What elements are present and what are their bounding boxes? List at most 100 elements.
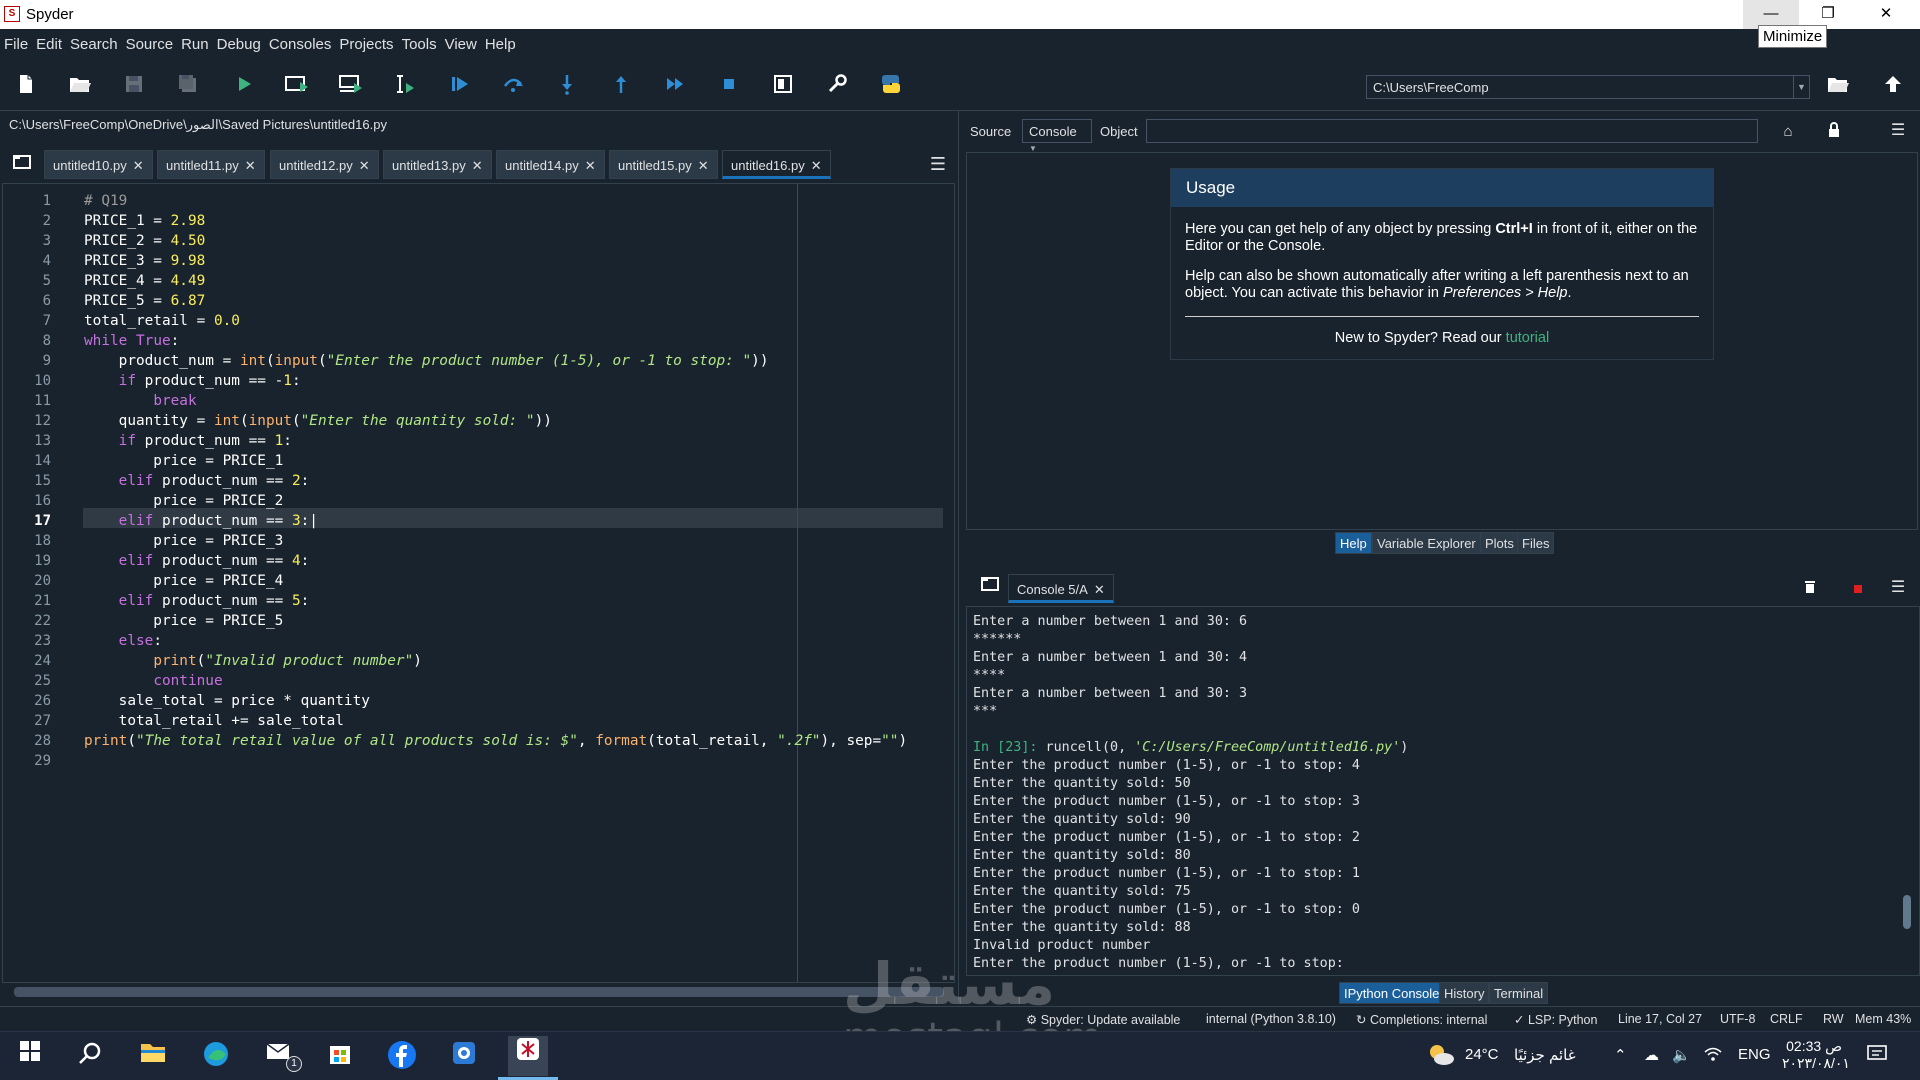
- save-icon[interactable]: [122, 73, 146, 97]
- interpreter-status[interactable]: internal (Python 3.8.10): [1206, 1012, 1336, 1026]
- code-line[interactable]: PRICE_3 = 9.98: [84, 251, 907, 271]
- windows-start-icon[interactable]: [14, 1040, 46, 1072]
- stop-kernel-icon[interactable]: [1846, 576, 1870, 600]
- debug-icon[interactable]: [448, 73, 472, 97]
- spyder-taskbar-icon[interactable]: [508, 1036, 548, 1076]
- source-code[interactable]: # Q19 PRICE_1 = 2.98 PRICE_2 = 4.50 PRICE_3…: [84, 191, 907, 771]
- code-line[interactable]: print("The total retail value of all pro…: [84, 731, 907, 751]
- code-line[interactable]: price = PRICE_4: [84, 571, 907, 591]
- open-file-icon[interactable]: [68, 73, 92, 97]
- code-line[interactable]: price = PRICE_3: [84, 531, 907, 551]
- tab-untitled16[interactable]: untitled16.py ✕: [722, 150, 831, 179]
- code-editor[interactable]: 1 2 3 4 5 6 7 8 9 10 11 12 13 14 15 16 1…: [2, 183, 955, 983]
- code-line[interactable]: # Q19: [84, 191, 907, 211]
- home-icon[interactable]: ⌂: [1776, 120, 1800, 144]
- code-line[interactable]: elif product_num == 2:: [84, 471, 907, 491]
- tab-history[interactable]: History: [1439, 982, 1490, 1004]
- code-line[interactable]: price = PRICE_2: [84, 491, 907, 511]
- chevron-down-icon[interactable]: ▼: [1793, 76, 1809, 98]
- browse-folder-icon[interactable]: [1826, 73, 1850, 97]
- maximize-pane-icon[interactable]: [771, 73, 795, 97]
- run-icon[interactable]: [232, 73, 256, 97]
- close-tab-icon[interactable]: ✕: [133, 158, 144, 173]
- code-line[interactable]: product_num = int(input("Enter the produ…: [84, 351, 907, 371]
- editor-options-icon[interactable]: ☰: [926, 152, 950, 176]
- menu-file[interactable]: File: [4, 36, 28, 53]
- code-line[interactable]: sale_total = price * quantity: [84, 691, 907, 711]
- tab-untitled10[interactable]: untitled10.py ✕: [44, 150, 153, 179]
- close-tab-icon[interactable]: ✕: [698, 158, 709, 173]
- code-line[interactable]: continue: [84, 671, 907, 691]
- run-cell-advance-icon[interactable]: [338, 73, 362, 97]
- menu-consoles[interactable]: Consoles: [269, 36, 332, 53]
- code-line[interactable]: if product_num == -1:: [84, 371, 907, 391]
- code-line[interactable]: elif product_num == 5:: [84, 591, 907, 611]
- code-line[interactable]: while True:: [84, 331, 907, 351]
- code-line[interactable]: price = PRICE_5: [84, 611, 907, 631]
- close-tab-icon[interactable]: ✕: [359, 158, 370, 173]
- lock-icon[interactable]: [1822, 120, 1846, 144]
- continue-icon[interactable]: [663, 73, 687, 97]
- step-over-icon[interactable]: [501, 73, 525, 97]
- tab-untitled12[interactable]: untitled12.py ✕: [270, 150, 379, 179]
- weather-temperature[interactable]: 24°C: [1465, 1046, 1499, 1063]
- menu-source[interactable]: Source: [126, 36, 174, 53]
- tab-files[interactable]: Files: [1517, 532, 1555, 554]
- tab-plots[interactable]: Plots: [1480, 532, 1519, 554]
- code-line[interactable]: PRICE_5 = 6.87: [84, 291, 907, 311]
- editor-horizontal-scrollbar[interactable]: [14, 987, 944, 997]
- code-line[interactable]: break: [84, 391, 907, 411]
- browse-tabs-icon[interactable]: [10, 152, 34, 176]
- completions-status[interactable]: ↻ Completions: internal: [1356, 1012, 1487, 1027]
- close-tab-icon[interactable]: ✕: [245, 158, 256, 173]
- weather-description[interactable]: غائم جزئيًا: [1514, 1046, 1576, 1064]
- ipython-console[interactable]: Enter a number between 1 and 30: 6 ******…: [966, 606, 1920, 976]
- parent-directory-icon[interactable]: [1881, 73, 1905, 97]
- code-line[interactable]: else:: [84, 631, 907, 651]
- mail-icon[interactable]: 1: [264, 1040, 302, 1072]
- code-line[interactable]: PRICE_4 = 4.49: [84, 271, 907, 291]
- code-line[interactable]: price = PRICE_1: [84, 451, 907, 471]
- code-line[interactable]: print("Invalid product number"): [84, 651, 907, 671]
- tutorial-link[interactable]: tutorial: [1506, 330, 1550, 346]
- tab-untitled15[interactable]: untitled15.py ✕: [609, 150, 718, 179]
- scrollbar-thumb[interactable]: [1903, 895, 1911, 929]
- lsp-status[interactable]: ✓ LSP: Python: [1514, 1012, 1597, 1027]
- pane-splitter[interactable]: [958, 111, 964, 1001]
- console-scrollbar[interactable]: [1902, 613, 1912, 969]
- tab-variable-explorer[interactable]: Variable Explorer: [1372, 532, 1481, 554]
- tab-untitled14[interactable]: untitled14.py ✕: [496, 150, 605, 179]
- object-input[interactable]: [1146, 119, 1758, 143]
- tab-untitled13[interactable]: untitled13.py ✕: [383, 150, 492, 179]
- menu-run[interactable]: Run: [181, 36, 209, 53]
- menu-edit[interactable]: Edit: [36, 36, 62, 53]
- app-icon[interactable]: [448, 1040, 480, 1072]
- menu-debug[interactable]: Debug: [217, 36, 261, 53]
- clear-console-icon[interactable]: [1798, 576, 1822, 600]
- tab-help[interactable]: Help: [1335, 532, 1372, 554]
- tab-untitled11[interactable]: untitled11.py ✕: [157, 150, 265, 179]
- wifi-icon[interactable]: [1704, 1046, 1722, 1066]
- code-line[interactable]: quantity = int(input("Enter the quantity…: [84, 411, 907, 431]
- step-return-icon[interactable]: [609, 73, 633, 97]
- close-button[interactable]: ✕: [1858, 0, 1914, 29]
- code-line[interactable]: elif product_num == 3:|: [84, 511, 907, 531]
- close-tab-icon[interactable]: ✕: [585, 158, 596, 173]
- console-options-icon[interactable]: ☰: [1886, 576, 1910, 600]
- notifications-icon[interactable]: [1866, 1044, 1888, 1068]
- run-cell-icon[interactable]: [284, 73, 308, 97]
- code-line[interactable]: if product_num == 1:: [84, 431, 907, 451]
- input-language[interactable]: ENG: [1738, 1046, 1771, 1063]
- facebook-icon[interactable]: [386, 1040, 418, 1072]
- menu-search[interactable]: Search: [70, 36, 118, 53]
- code-line[interactable]: PRICE_1 = 2.98: [84, 211, 907, 231]
- new-file-icon[interactable]: [14, 73, 38, 97]
- file-explorer-icon[interactable]: [137, 1040, 169, 1072]
- step-into-icon[interactable]: [555, 73, 579, 97]
- source-select[interactable]: Console ▼: [1022, 119, 1092, 153]
- close-tab-icon[interactable]: ✕: [472, 158, 483, 173]
- code-line[interactable]: total_retail += sale_total: [84, 711, 907, 731]
- code-line[interactable]: total_retail = 0.0: [84, 311, 907, 331]
- onedrive-icon[interactable]: ☁: [1644, 1046, 1659, 1064]
- close-tab-icon[interactable]: ✕: [1094, 582, 1105, 597]
